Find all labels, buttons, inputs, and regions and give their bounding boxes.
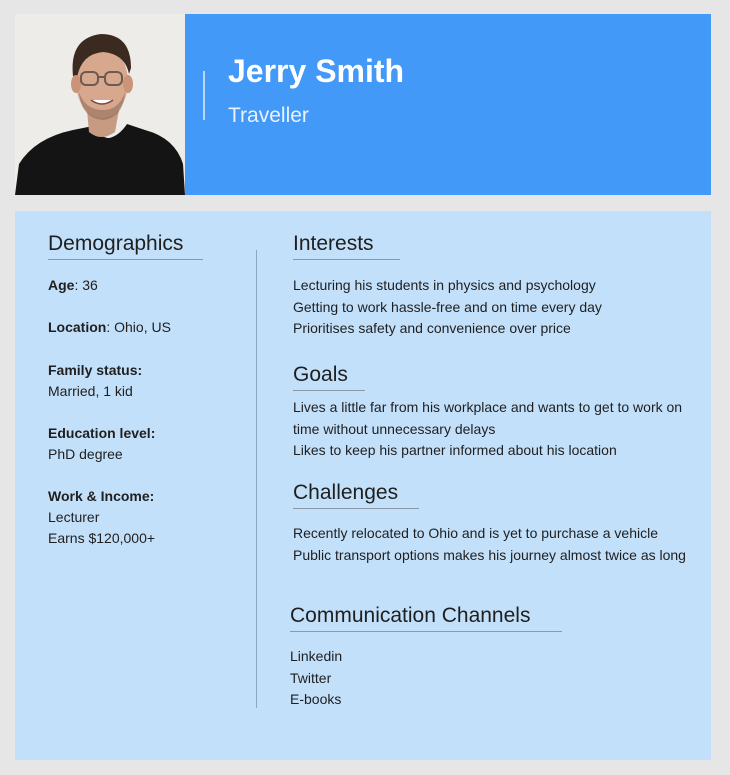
- location-field: Location: Ohio, US: [48, 319, 171, 335]
- list-item: Lecturing his students in physics and ps…: [293, 277, 596, 293]
- profile-header-text: Jerry Smith Traveller: [185, 14, 711, 195]
- work-income-label: Work & Income:: [48, 488, 155, 504]
- persona-role: Traveller: [228, 104, 309, 127]
- location-label: Location: [48, 319, 107, 335]
- family-status-value: Married, 1 kid: [48, 383, 133, 399]
- list-item: Recently relocated to Ohio and is yet to…: [293, 525, 658, 541]
- profile-header: Jerry Smith Traveller: [15, 14, 711, 195]
- goals-list: Lives a little far from his workplace an…: [293, 397, 693, 462]
- demographics-title: Demographics: [48, 232, 203, 260]
- goals-title: Goals: [293, 363, 365, 391]
- location-value: Ohio, US: [114, 319, 171, 335]
- list-item: Lives a little far from his workplace an…: [293, 399, 683, 437]
- family-status-field: Family status: Married, 1 kid: [48, 360, 142, 402]
- challenges-title: Challenges: [293, 481, 419, 509]
- list-item: E-books: [290, 691, 342, 707]
- challenges-list: Recently relocated to Ohio and is yet to…: [293, 523, 693, 566]
- education-label: Education level:: [48, 425, 156, 441]
- persona-name: Jerry Smith: [228, 53, 405, 89]
- header-divider: [203, 71, 205, 120]
- avatar: [15, 14, 185, 195]
- persona-details-card: Demographics Age: 36 Location: Ohio, US …: [15, 211, 711, 760]
- communication-channels-title: Communication Channels: [290, 604, 562, 632]
- work-income-field: Work & Income: Lecturer Earns $120,000+: [48, 486, 155, 549]
- education-value: PhD degree: [48, 446, 123, 462]
- age-field: Age: 36: [48, 277, 98, 293]
- list-item: Likes to keep his partner informed about…: [293, 442, 617, 458]
- family-status-label: Family status:: [48, 362, 143, 378]
- list-item: Prioritises safety and convenience over …: [293, 320, 571, 336]
- list-item: Twitter: [290, 669, 332, 686]
- list-item: Linkedin: [290, 648, 343, 664]
- age-label: Age: [48, 277, 75, 293]
- profile-photo: [15, 14, 185, 195]
- education-field: Education level: PhD degree: [48, 423, 155, 465]
- interests-list: Lecturing his students in physics and ps…: [293, 275, 693, 340]
- communication-channels-list: Linkedin Twitter E-books: [290, 646, 590, 711]
- income-value: Earns $120,000+: [48, 530, 156, 546]
- age-value: 36: [82, 277, 98, 293]
- work-value: Lecturer: [48, 509, 100, 525]
- column-divider: [256, 250, 257, 708]
- interests-title: Interests: [293, 232, 400, 260]
- list-item: Getting to work hassle-free and on time …: [293, 298, 602, 315]
- list-item: Public transport options makes his journ…: [293, 546, 686, 563]
